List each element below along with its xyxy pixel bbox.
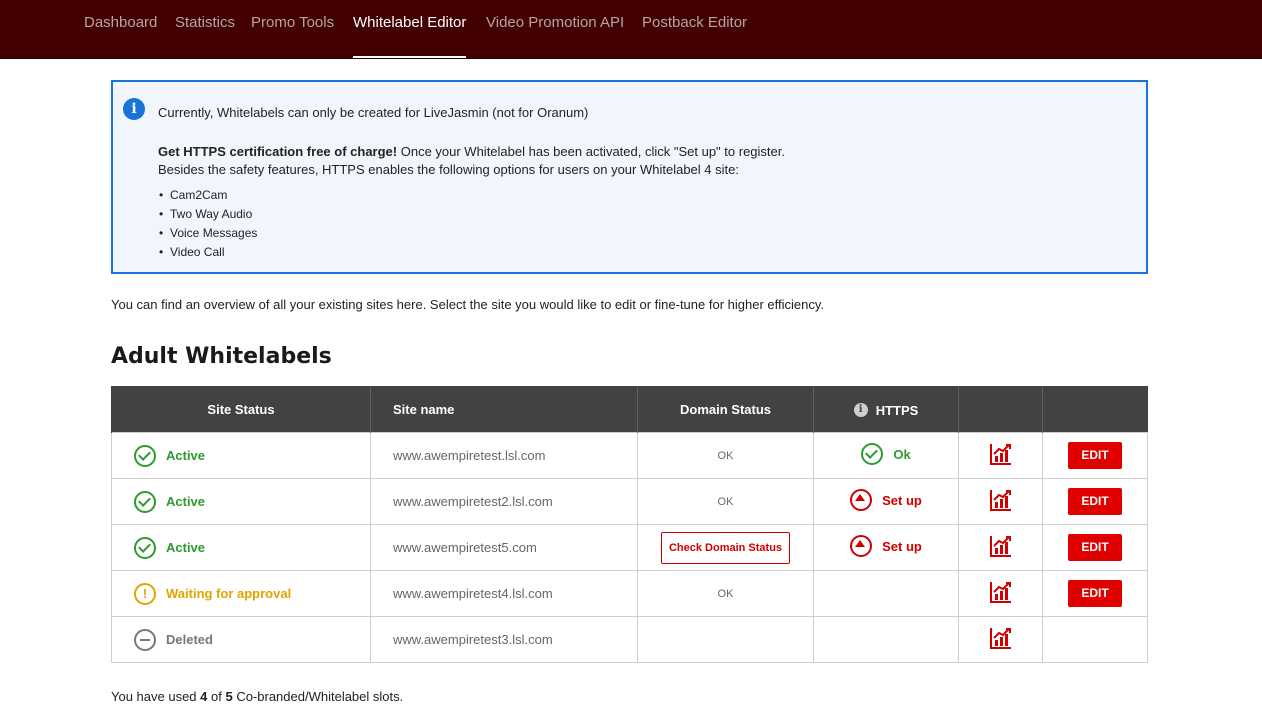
edit-cell: EDIT	[1042, 432, 1148, 479]
arrow-up-circle-icon	[850, 489, 873, 511]
https-cell: Ok	[813, 432, 959, 479]
statistics-chart-icon[interactable]	[989, 489, 1012, 514]
https-cell: Set up	[813, 524, 959, 571]
nav-item-statistics[interactable]: Statistics	[175, 0, 235, 58]
whitelabel-note: Currently, Whitelabels can only be creat…	[158, 105, 589, 120]
edit-button[interactable]: EDIT	[1068, 488, 1122, 515]
feature-item: Cam2Cam	[158, 186, 257, 205]
https-status: Set up	[882, 538, 922, 554]
header-edit	[1042, 386, 1148, 433]
feature-item: Video Call	[158, 243, 257, 262]
https-promo-line: Get HTTPS certification free of charge! …	[158, 144, 785, 159]
https-features-list: Cam2Cam Two Way Audio Voice Messages Vid…	[158, 186, 257, 262]
slots-total: 5	[225, 689, 233, 704]
info-icon: i	[123, 98, 145, 120]
site-name-cell: www.awempiretest2.lsl.com	[370, 478, 638, 525]
nav-item-dashboard[interactable]: Dashboard	[84, 0, 157, 58]
edit-button[interactable]: EDIT	[1068, 534, 1122, 561]
site-status-cell: Active	[111, 432, 371, 479]
header-stats	[958, 386, 1043, 433]
table-row: Deleted www.awempiretest3.lsl.com	[111, 616, 1148, 663]
minus-circle-icon	[134, 628, 156, 651]
https-status: Ok	[893, 446, 911, 462]
header-domain-status: Domain Status	[637, 386, 814, 433]
edit-button[interactable]: EDIT	[1068, 580, 1122, 607]
header-site-status: Site Status	[111, 386, 371, 433]
site-status-cell: Active	[111, 524, 371, 571]
table-row: Active www.awempiretest5.com Check Domai…	[111, 524, 1148, 571]
status-label: Waiting for approval	[166, 586, 292, 601]
site-name-cell: www.awempiretest4.lsl.com	[370, 570, 638, 617]
edit-cell: EDIT	[1042, 570, 1148, 617]
nav-item-video-promotion-api[interactable]: Video Promotion API	[486, 0, 624, 58]
check-domain-status-button[interactable]: Check Domain Status	[660, 531, 791, 564]
domain-status-cell: OK	[637, 570, 814, 617]
https-promo-rest: Once your Whitelabel has been activated,…	[397, 144, 785, 159]
edit-cell: EDIT	[1042, 478, 1148, 525]
https-features-intro: Besides the safety features, HTTPS enabl…	[158, 162, 739, 177]
site-status-cell: Waiting for approval	[111, 570, 371, 617]
table-row: Active www.awempiretest.lsl.com OK Ok ED…	[111, 432, 1148, 479]
site-status-cell: Active	[111, 478, 371, 525]
section-title: Adult Whitelabels	[111, 344, 332, 369]
https-info-box: i Currently, Whitelabels can only be cre…	[111, 80, 1148, 274]
statistics-chart-icon[interactable]	[989, 443, 1012, 468]
edit-button[interactable]: EDIT	[1068, 442, 1122, 469]
domain-status-cell: Check Domain Status	[637, 524, 814, 571]
exclamation-circle-icon	[134, 582, 156, 605]
https-setup-link[interactable]: Set up	[850, 489, 922, 511]
stats-cell	[958, 616, 1043, 663]
status-label: Deleted	[166, 632, 213, 647]
stats-cell	[958, 478, 1043, 525]
statistics-chart-icon[interactable]	[989, 535, 1012, 560]
site-name-cell: www.awempiretest3.lsl.com	[370, 616, 638, 663]
top-nav: Dashboard Statistics Promo Tools Whitela…	[0, 0, 1262, 59]
statistics-chart-icon[interactable]	[989, 627, 1012, 652]
stats-cell	[958, 524, 1043, 571]
nav-item-promo-tools[interactable]: Promo Tools	[251, 0, 334, 58]
table-row: Active www.awempiretest2.lsl.com OK Set …	[111, 478, 1148, 525]
table-header-row: Site Status Site name Domain Status i HTT…	[111, 386, 1148, 433]
https-cell	[813, 570, 959, 617]
feature-item: Voice Messages	[158, 224, 257, 243]
edit-cell	[1042, 616, 1148, 663]
domain-status-cell	[637, 616, 814, 663]
site-status-cell: Deleted	[111, 616, 371, 663]
https-info-icon[interactable]: i	[853, 403, 868, 418]
table-row: Waiting for approval www.awempiretest4.l…	[111, 570, 1148, 617]
https-promo-bold: Get HTTPS certification free of charge!	[158, 144, 398, 159]
stats-cell	[958, 570, 1043, 617]
feature-item: Two Way Audio	[158, 205, 257, 224]
site-name-cell: www.awempiretest.lsl.com	[370, 432, 638, 479]
edit-cell: EDIT	[1042, 524, 1148, 571]
https-cell	[813, 616, 959, 663]
check-circle-icon	[134, 444, 156, 467]
site-name-cell: www.awempiretest5.com	[370, 524, 638, 571]
check-circle-icon	[134, 536, 156, 559]
slots-mid: of	[207, 689, 226, 704]
arrow-up-circle-icon	[850, 535, 873, 557]
domain-status-cell: OK	[637, 432, 814, 479]
overview-text: You can find an overview of all your exi…	[111, 297, 824, 312]
slots-suffix: Co-branded/Whitelabel slots.	[232, 689, 404, 704]
nav-item-postback-editor[interactable]: Postback Editor	[642, 0, 747, 58]
https-status: Set up	[882, 492, 922, 508]
domain-status-cell: OK	[637, 478, 814, 525]
https-cell: Set up	[813, 478, 959, 525]
header-https-label: HTTPS	[875, 402, 919, 418]
https-setup-link[interactable]: Set up	[850, 535, 922, 557]
nav-item-whitelabel-editor[interactable]: Whitelabel Editor	[353, 0, 467, 58]
stats-cell	[958, 432, 1043, 479]
check-circle-icon	[861, 443, 884, 465]
header-https: i HTTPS	[813, 386, 959, 433]
whitelabels-table: Site Status Site name Domain Status i HTT…	[111, 386, 1148, 663]
slots-usage-text: You have used 4 of 5 Co-branded/Whitelab…	[111, 689, 403, 704]
status-label: Active	[166, 540, 206, 555]
statistics-chart-icon[interactable]	[989, 581, 1012, 606]
status-label: Active	[166, 448, 206, 463]
check-circle-icon	[134, 490, 156, 513]
slots-prefix: You have used	[111, 689, 201, 704]
status-label: Active	[166, 494, 206, 509]
header-site-name: Site name	[370, 386, 638, 433]
